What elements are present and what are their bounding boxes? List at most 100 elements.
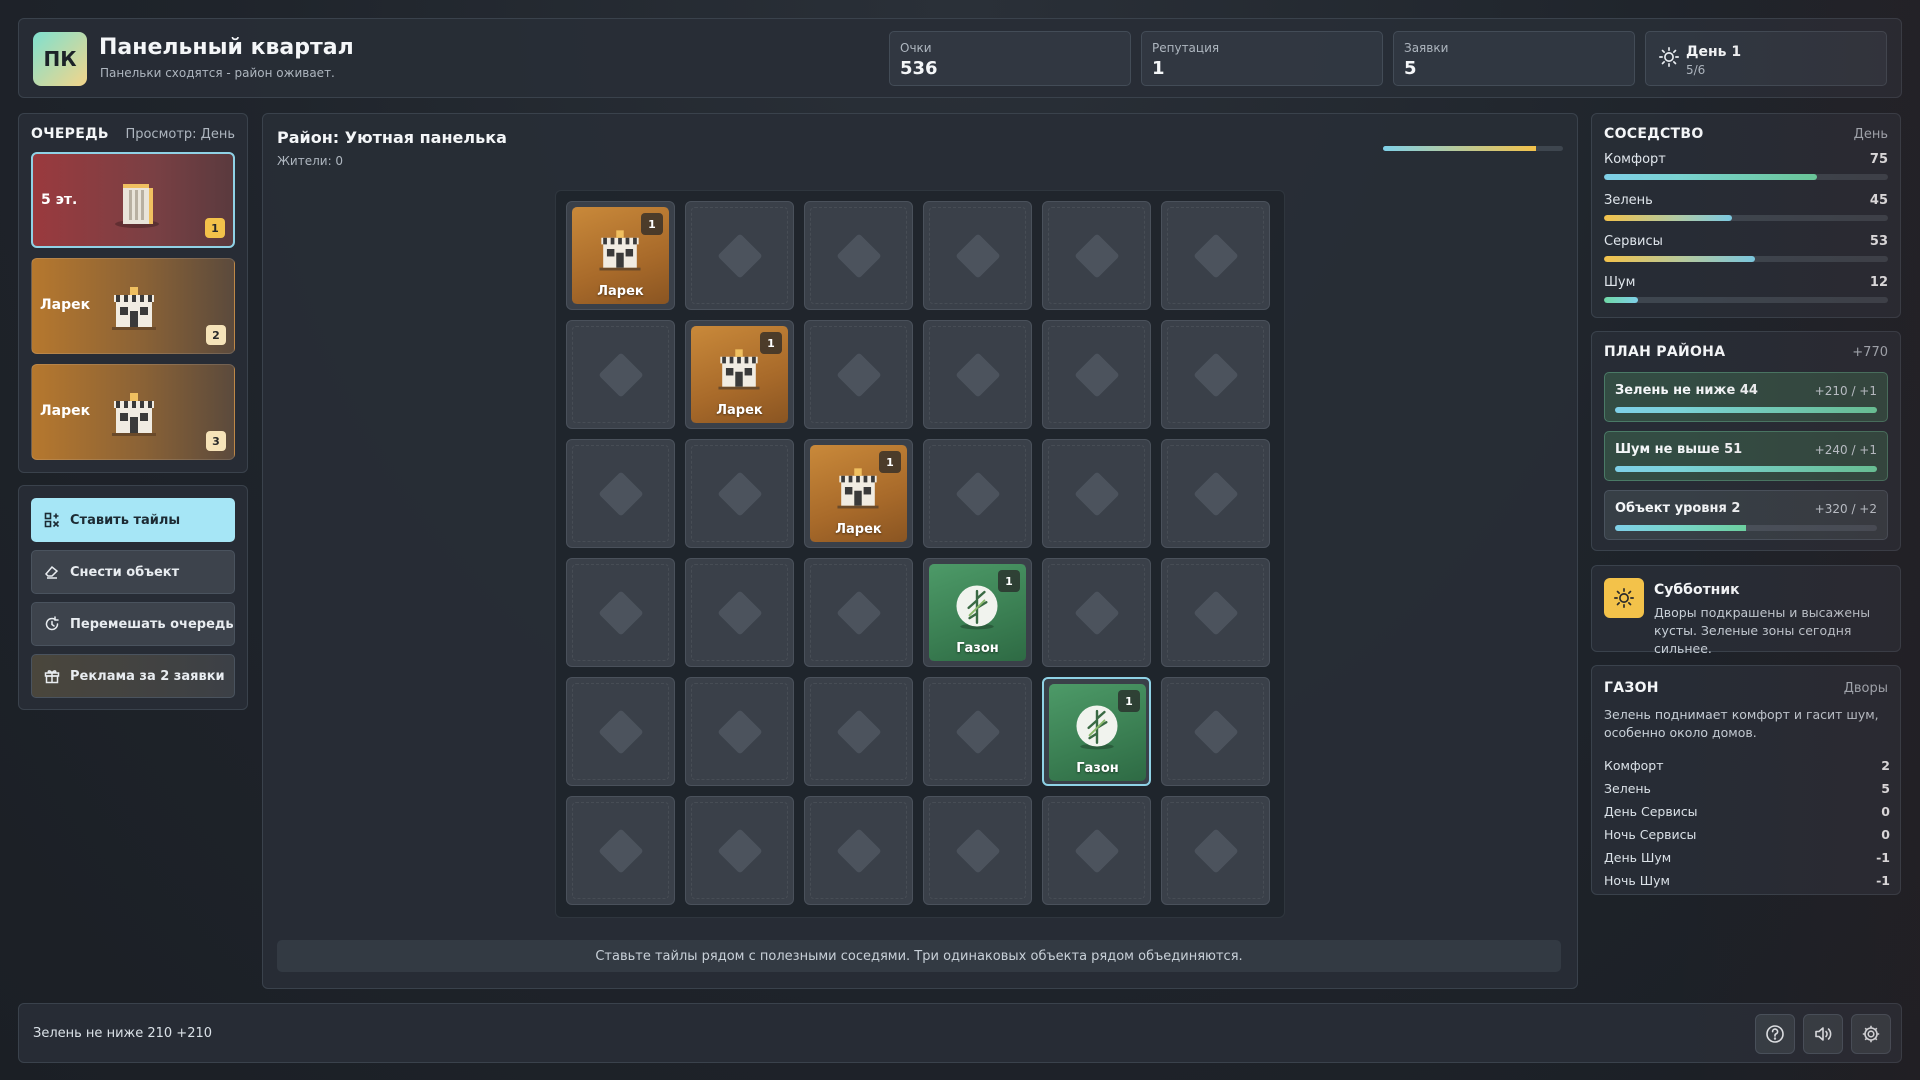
kiosk-tile: Ларек 1 bbox=[810, 445, 907, 542]
empty-cell[interactable] bbox=[685, 201, 794, 310]
empty-slot-icon bbox=[598, 590, 644, 636]
empty-slot-icon bbox=[836, 590, 882, 636]
tile-level-badge: 1 bbox=[760, 332, 782, 354]
empty-cell[interactable] bbox=[923, 201, 1032, 310]
empty-slot-icon bbox=[1193, 233, 1239, 279]
tile-grid: Ларек 1 Ларек 1 Ларек 1 Газон 1 Газон 1 bbox=[555, 190, 1285, 918]
empty-cell[interactable] bbox=[804, 558, 913, 667]
empty-cell[interactable] bbox=[566, 796, 675, 905]
queue-item[interactable]: Ларек 3 bbox=[31, 364, 235, 460]
plan-total: +770 bbox=[1852, 345, 1888, 360]
empty-cell[interactable] bbox=[1161, 558, 1270, 667]
shuffle-queue-button[interactable]: Перемешать очередь bbox=[31, 602, 235, 646]
apartment-building-icon bbox=[115, 184, 159, 228]
queue-view-mode[interactable]: Просмотр: День bbox=[125, 127, 235, 142]
empty-cell[interactable] bbox=[566, 439, 675, 548]
kiosk-icon bbox=[837, 468, 879, 509]
board-cell-lawn[interactable]: Газон 1 bbox=[923, 558, 1032, 667]
queue-item[interactable]: 5 эт. 1 bbox=[31, 152, 235, 248]
place-tiles-button[interactable]: Ставить тайлы bbox=[31, 498, 235, 542]
tile-stat-value: 0 bbox=[1881, 804, 1890, 819]
empty-cell[interactable] bbox=[1161, 201, 1270, 310]
goal-name: Зелень не ниже 44 bbox=[1615, 383, 1758, 398]
empty-cell[interactable] bbox=[804, 796, 913, 905]
empty-slot-icon bbox=[717, 828, 763, 874]
tile-stat-row: День Сервисы 0 bbox=[1604, 804, 1890, 824]
empty-cell[interactable] bbox=[1161, 677, 1270, 786]
empty-cell[interactable] bbox=[1042, 201, 1151, 310]
stat-score: Очки 536 bbox=[889, 31, 1131, 86]
meter-bar bbox=[1604, 256, 1888, 262]
speaker-icon bbox=[1815, 1027, 1832, 1041]
bottom-bar: Зелень не ниже 210 +210 bbox=[18, 1003, 1902, 1063]
tile-name: Ларек bbox=[716, 403, 763, 418]
empty-cell[interactable] bbox=[923, 677, 1032, 786]
tile-info-title: ГАЗОН bbox=[1604, 680, 1659, 696]
stat-requests-value: 5 bbox=[1404, 58, 1417, 79]
goal-progress-bar bbox=[1615, 466, 1877, 472]
stat-day[interactable]: День 1 5/6 bbox=[1645, 31, 1887, 86]
meter-value: 53 bbox=[1869, 234, 1888, 249]
empty-cell[interactable] bbox=[804, 320, 913, 429]
help-icon bbox=[1766, 1025, 1784, 1043]
empty-cell[interactable] bbox=[804, 201, 913, 310]
board-cell-kiosk[interactable]: Ларек 1 bbox=[566, 201, 675, 310]
tile-stat-row: Ночь Шум -1 bbox=[1604, 873, 1890, 893]
empty-cell[interactable] bbox=[1042, 558, 1151, 667]
empty-slot-icon bbox=[1193, 471, 1239, 517]
tile-level-badge: 1 bbox=[998, 570, 1020, 592]
gift-icon bbox=[44, 670, 60, 684]
empty-cell[interactable] bbox=[685, 558, 794, 667]
empty-cell[interactable] bbox=[566, 558, 675, 667]
empty-cell[interactable] bbox=[804, 677, 913, 786]
empty-cell[interactable] bbox=[923, 439, 1032, 548]
ad-for-requests-button[interactable]: Реклама за 2 заявки bbox=[31, 654, 235, 698]
empty-cell[interactable] bbox=[923, 320, 1032, 429]
tile-stat-row: Зелень 5 bbox=[1604, 781, 1890, 801]
empty-cell[interactable] bbox=[566, 677, 675, 786]
empty-cell[interactable] bbox=[685, 439, 794, 548]
empty-cell[interactable] bbox=[1161, 320, 1270, 429]
meter-label: Комфорт bbox=[1604, 152, 1666, 167]
empty-slot-icon bbox=[598, 352, 644, 398]
district-name: Район: Уютная панелька bbox=[277, 128, 507, 147]
meter-fill bbox=[1604, 174, 1817, 180]
app-subtitle: Панельки сходятся - район оживает. bbox=[100, 66, 335, 80]
kiosk-tile: Ларек 1 bbox=[572, 207, 669, 304]
help-button[interactable] bbox=[1755, 1014, 1795, 1054]
tile-name: Ларек bbox=[597, 284, 644, 299]
tile-name: Газон bbox=[1076, 761, 1119, 776]
lawn-icon bbox=[1076, 705, 1118, 750]
board-cell-kiosk[interactable]: Ларек 1 bbox=[685, 320, 794, 429]
empty-slot-icon bbox=[1074, 233, 1120, 279]
settings-button[interactable] bbox=[1851, 1014, 1891, 1054]
empty-cell[interactable] bbox=[1042, 796, 1151, 905]
demolish-button[interactable]: Снести объект bbox=[31, 550, 235, 594]
lawn-tile: Газон 1 bbox=[929, 564, 1026, 661]
empty-cell[interactable] bbox=[566, 320, 675, 429]
tile-info-description: Зелень поднимает комфорт и гасит шум, ос… bbox=[1604, 707, 1879, 740]
goal-progress-fill bbox=[1615, 525, 1746, 531]
stat-requests-label: Заявки bbox=[1404, 41, 1449, 55]
sound-button[interactable] bbox=[1803, 1014, 1843, 1054]
empty-cell[interactable] bbox=[1161, 796, 1270, 905]
empty-cell[interactable] bbox=[685, 677, 794, 786]
kiosk-icon bbox=[599, 230, 641, 271]
eraser-icon bbox=[44, 565, 59, 579]
empty-slot-icon bbox=[717, 471, 763, 517]
tile-stat-label: Комфорт bbox=[1604, 758, 1664, 773]
queue-item[interactable]: Ларек 2 bbox=[31, 258, 235, 354]
empty-slot-icon bbox=[955, 828, 1001, 874]
empty-cell[interactable] bbox=[685, 796, 794, 905]
board-cell-kiosk[interactable]: Ларек 1 bbox=[804, 439, 913, 548]
empty-slot-icon bbox=[1074, 828, 1120, 874]
tile-name: Газон bbox=[956, 641, 999, 656]
empty-cell[interactable] bbox=[923, 796, 1032, 905]
empty-slot-icon bbox=[836, 828, 882, 874]
meter-fill bbox=[1604, 256, 1755, 262]
empty-cell[interactable] bbox=[1042, 320, 1151, 429]
empty-cell[interactable] bbox=[1042, 439, 1151, 548]
board-cell-lawn[interactable]: Газон 1 bbox=[1042, 677, 1151, 786]
plan-goal: Зелень не ниже 44 +210 / +1 bbox=[1604, 372, 1888, 422]
empty-cell[interactable] bbox=[1161, 439, 1270, 548]
